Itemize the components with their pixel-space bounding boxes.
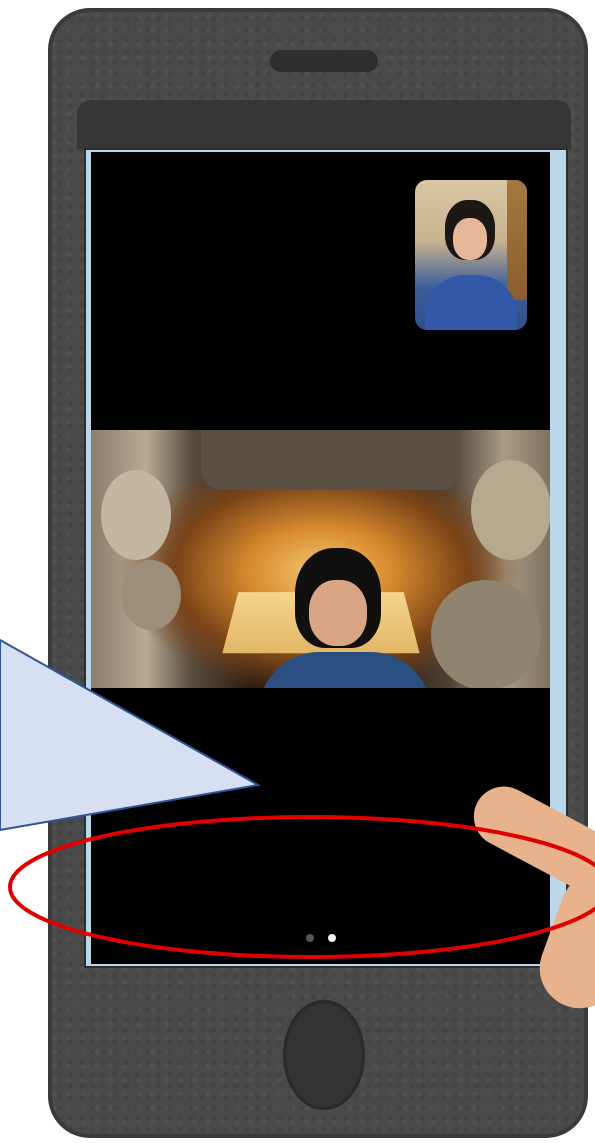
swipe-area-highlight [8, 815, 595, 959]
annotation-overlay [0, 638, 595, 959]
speech-callout [0, 638, 261, 832]
